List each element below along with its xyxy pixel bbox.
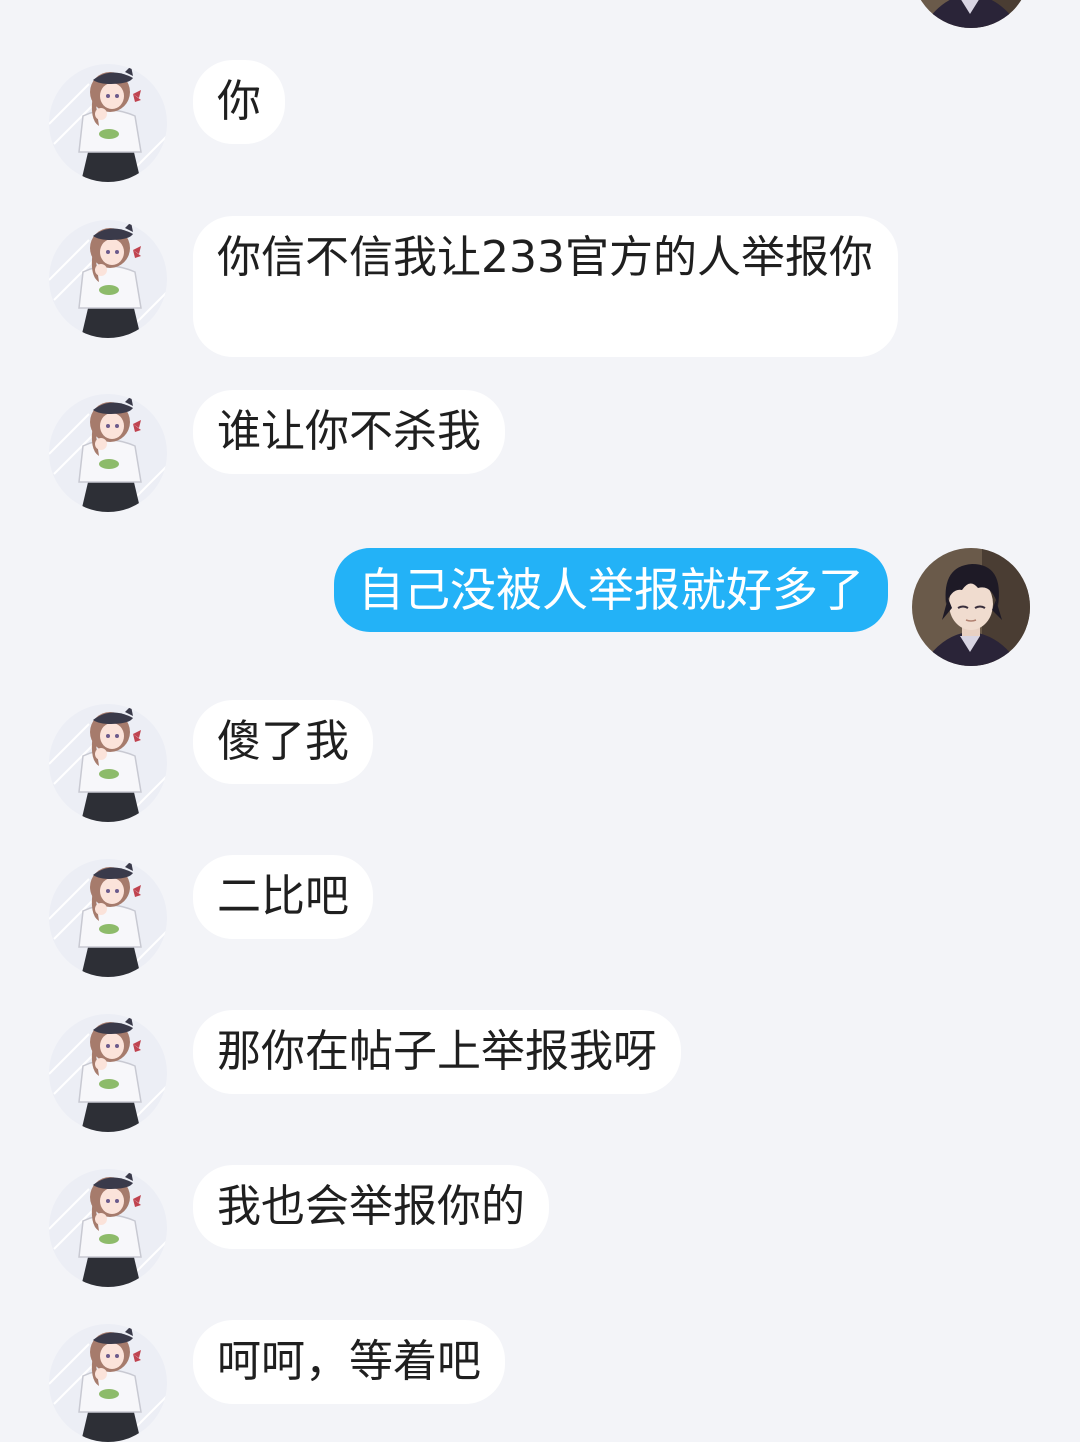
self-avatar-partial[interactable] <box>912 0 1030 28</box>
chat-thread[interactable]: 你 你信不信我让233官方的人举报你 谁让你不杀我 自己没被人举报就好多了 傻了… <box>0 0 1080 1442</box>
incoming-message-bubble[interactable]: 我也会举报你的 <box>193 1165 549 1249</box>
self-avatar[interactable] <box>912 548 1030 666</box>
girl-avatar-icon <box>49 704 167 822</box>
contact-avatar[interactable] <box>49 1014 167 1132</box>
outgoing-message-bubble[interactable]: 自己没被人举报就好多了 <box>334 548 888 632</box>
incoming-message-bubble[interactable]: 你信不信我让233官方的人举报你 <box>193 216 898 357</box>
incoming-message-bubble[interactable]: 你 <box>193 60 285 144</box>
contact-avatar[interactable] <box>49 1169 167 1287</box>
contact-avatar[interactable] <box>49 859 167 977</box>
boy-avatar-icon <box>912 548 1030 666</box>
contact-avatar[interactable] <box>49 394 167 512</box>
girl-avatar-icon <box>49 859 167 977</box>
girl-avatar-icon <box>49 394 167 512</box>
contact-avatar[interactable] <box>49 1324 167 1442</box>
girl-avatar-icon <box>49 64 167 182</box>
incoming-message-bubble[interactable]: 那你在帖子上举报我呀 <box>193 1010 681 1094</box>
incoming-message-bubble[interactable]: 傻了我 <box>193 700 373 784</box>
girl-avatar-icon <box>49 1014 167 1132</box>
contact-avatar[interactable] <box>49 64 167 182</box>
incoming-message-bubble[interactable]: 谁让你不杀我 <box>193 390 505 474</box>
contact-avatar[interactable] <box>49 220 167 338</box>
girl-avatar-icon <box>49 1169 167 1287</box>
incoming-message-bubble[interactable]: 呵呵，等着吧 <box>193 1320 505 1404</box>
contact-avatar[interactable] <box>49 704 167 822</box>
girl-avatar-icon <box>49 220 167 338</box>
girl-avatar-icon <box>49 1324 167 1442</box>
boy-avatar-icon <box>912 0 1030 28</box>
incoming-message-bubble[interactable]: 二比吧 <box>193 855 373 939</box>
